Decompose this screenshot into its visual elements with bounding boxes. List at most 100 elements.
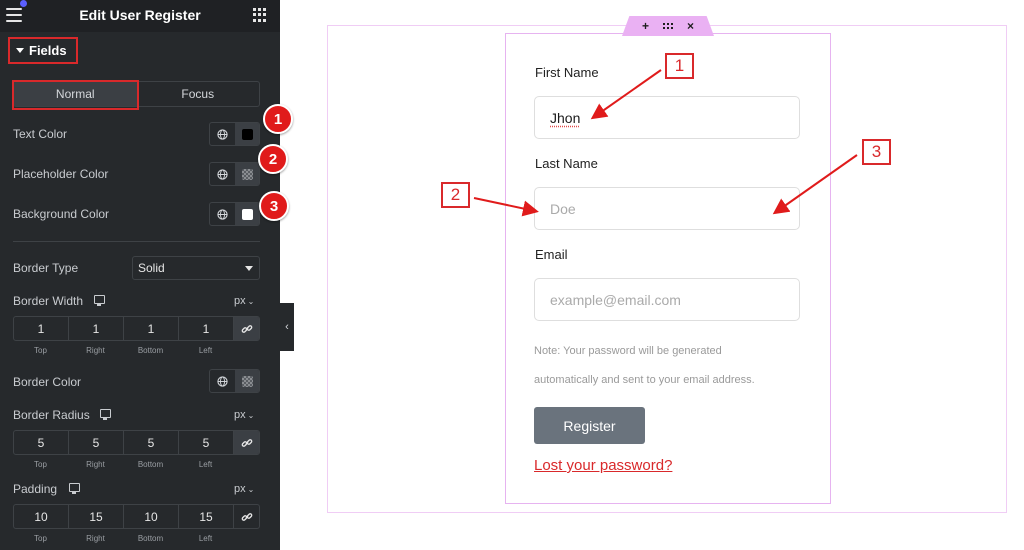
tab-focus[interactable]: Focus: [137, 82, 260, 106]
padding-bottom[interactable]: 10: [124, 505, 179, 528]
color-picker-button[interactable]: [235, 163, 259, 185]
color-swatch-white: [241, 208, 253, 220]
text-color-control: [209, 122, 260, 146]
lost-password-link[interactable]: Lost your password?: [534, 457, 672, 474]
side-label-left: Left: [198, 460, 213, 469]
last-name-label: Last Name: [535, 156, 598, 171]
monitor-icon[interactable]: [94, 295, 105, 306]
first-name-value: Jhon: [550, 109, 581, 126]
unit-select[interactable]: px ⌄: [234, 483, 254, 495]
border-color-label: Border Color: [13, 375, 82, 389]
global-color-button[interactable]: [210, 203, 235, 225]
placeholder-color-label: Placeholder Color: [13, 167, 109, 181]
side-label-right: Right: [86, 460, 105, 469]
side-label-right: Right: [86, 346, 105, 355]
side-label-bottom: Bottom: [137, 534, 164, 543]
border-width-left[interactable]: 1: [179, 317, 234, 340]
widget-toolbar: + ×: [622, 16, 714, 36]
caret-down-icon: [16, 48, 24, 53]
padding-left[interactable]: 15: [179, 505, 234, 528]
border-radius-bottom[interactable]: 5: [124, 431, 179, 454]
last-name-input[interactable]: Doe: [534, 187, 800, 230]
border-radius-inputs: 5 5 5 5: [13, 430, 260, 455]
border-type-select[interactable]: Solid: [132, 256, 260, 280]
link-icon: [241, 324, 252, 333]
padding-label: Padding: [13, 482, 58, 496]
divider: [13, 241, 260, 242]
side-label-top: Top: [34, 346, 47, 355]
color-picker-button[interactable]: [235, 203, 259, 225]
add-icon[interactable]: +: [642, 19, 649, 33]
global-color-button[interactable]: [210, 370, 235, 392]
border-width-bottom[interactable]: 1: [124, 317, 179, 340]
section-title: Fields: [29, 43, 67, 58]
password-note-line1: Note: Your password will be generated: [534, 345, 722, 357]
email-input[interactable]: example@email.com: [534, 278, 800, 321]
color-swatch-empty: [241, 375, 253, 387]
side-label-top: Top: [34, 534, 47, 543]
callout-2: 2: [441, 182, 470, 208]
link-values-button[interactable]: [234, 431, 259, 454]
globe-icon: [217, 208, 228, 220]
side-label-bottom: Bottom: [137, 460, 164, 469]
global-color-button[interactable]: [210, 163, 235, 185]
link-values-button[interactable]: [234, 317, 259, 340]
border-type-value: Solid: [138, 261, 165, 275]
close-icon[interactable]: ×: [687, 19, 694, 33]
side-label-top: Top: [34, 460, 47, 469]
monitor-icon[interactable]: [100, 409, 111, 420]
first-name-label: First Name: [535, 65, 599, 80]
border-width-label: Border Width: [13, 294, 84, 308]
border-width-inputs: 1 1 1 1: [13, 316, 260, 341]
border-radius-label: Border Radius: [13, 408, 90, 422]
padding-top[interactable]: 10: [14, 505, 69, 528]
password-note-line2: automatically and sent to your email add…: [534, 374, 755, 386]
globe-icon: [217, 168, 228, 180]
register-button[interactable]: Register: [534, 407, 645, 444]
color-swatch-black: [241, 128, 253, 140]
border-width-right[interactable]: 1: [69, 317, 124, 340]
border-color-control: [209, 369, 260, 393]
color-picker-button[interactable]: [235, 123, 259, 145]
collapse-panel-button[interactable]: ‹: [280, 303, 294, 351]
color-swatch-empty: [241, 168, 253, 180]
panel-header: Edit User Register: [0, 0, 280, 32]
panel-title: Edit User Register: [79, 7, 201, 23]
notification-dot: [20, 0, 27, 7]
background-color-control: [209, 202, 260, 226]
padding-right[interactable]: 15: [69, 505, 124, 528]
chevron-left-icon: ‹: [285, 321, 289, 333]
border-width-top[interactable]: 1: [14, 317, 69, 340]
border-radius-top[interactable]: 5: [14, 431, 69, 454]
link-icon: [241, 512, 252, 521]
background-color-label: Background Color: [13, 207, 110, 221]
section-toggle-fields[interactable]: Fields: [8, 37, 78, 64]
color-picker-button[interactable]: [235, 370, 259, 392]
monitor-icon[interactable]: [69, 483, 80, 494]
border-type-label: Border Type: [13, 261, 79, 275]
annotation-highlight-box: [12, 80, 139, 110]
widgets-grid-icon[interactable]: [253, 8, 267, 22]
email-label: Email: [535, 247, 568, 262]
unit-select[interactable]: px ⌄: [234, 295, 254, 307]
first-name-input[interactable]: Jhon: [534, 96, 800, 139]
annotation-badge-2: 2: [258, 144, 288, 174]
unit-label: px: [234, 295, 246, 307]
globe-icon: [217, 375, 228, 387]
callout-3: 3: [862, 139, 891, 165]
globe-icon: [217, 128, 228, 140]
border-radius-right[interactable]: 5: [69, 431, 124, 454]
editor-panel: Edit User Register Fields Normal Focus T…: [0, 0, 293, 550]
side-label-left: Left: [198, 534, 213, 543]
placeholder-color-control: [209, 162, 260, 186]
drag-handle-icon[interactable]: [663, 23, 673, 29]
global-color-button[interactable]: [210, 123, 235, 145]
text-color-label: Text Color: [13, 127, 68, 141]
email-placeholder: example@email.com: [550, 291, 681, 308]
unit-select[interactable]: px ⌄: [234, 409, 254, 421]
caret-down-icon: [245, 266, 253, 271]
callout-1: 1: [665, 53, 694, 79]
border-radius-left[interactable]: 5: [179, 431, 234, 454]
link-values-button[interactable]: [234, 505, 259, 528]
side-labels: Top Right Bottom Left: [13, 460, 233, 469]
